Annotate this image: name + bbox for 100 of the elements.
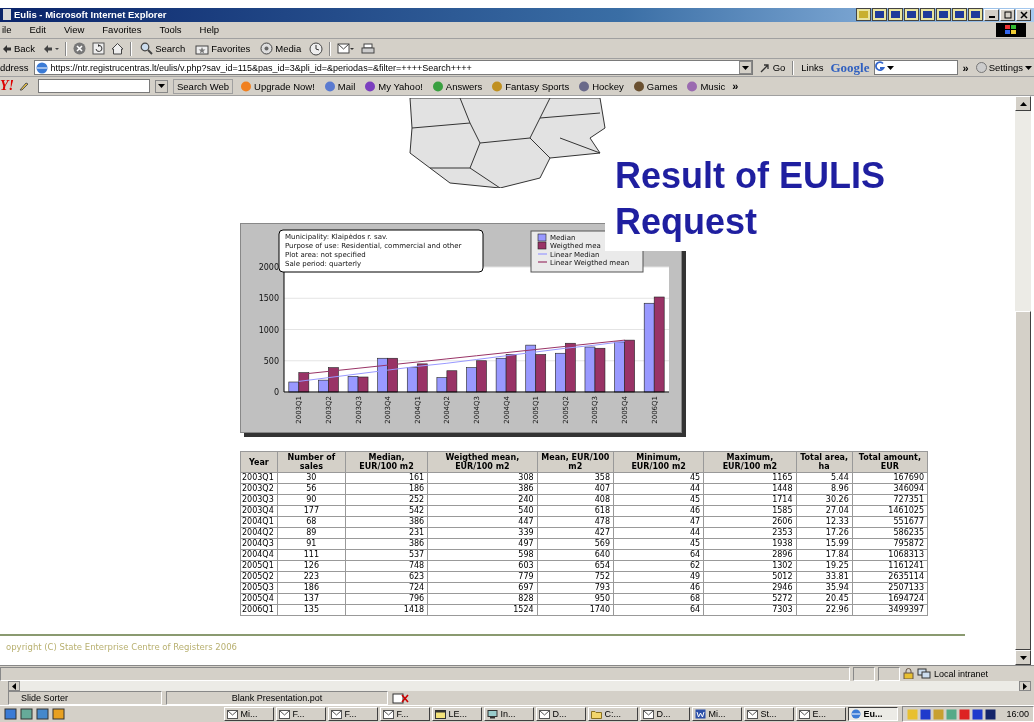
column-header: Minimum, EUR/100 m2 [613,451,704,473]
toolbar-button[interactable]: Fantasy Sports [489,80,572,92]
taskbar-button[interactable]: Eu... [848,707,899,721]
close-button[interactable] [1016,8,1031,21]
tray-icon[interactable] [972,708,984,720]
dropdown-button[interactable] [155,79,168,93]
back-button[interactable]: Back [0,43,38,54]
taskbar-button[interactable]: E... [796,707,847,721]
dropdown-arrow-icon[interactable] [887,65,895,70]
menu-item[interactable]: Favorites [100,24,144,36]
taskbar-button[interactable]: Mi... [224,707,275,721]
table-cell: 828 [427,593,538,605]
down-arrow-icon[interactable] [1019,655,1027,660]
settings-button[interactable]: Settings [973,62,1034,74]
app-shortcut-icon[interactable] [856,8,871,22]
media-button[interactable]: Media [258,42,304,55]
bar [357,376,369,393]
dropdown-button[interactable] [738,61,752,75]
app-shortcut-icon[interactable] [920,8,935,22]
search-button[interactable]: Search [138,42,188,55]
more-button[interactable]: » [732,80,739,93]
search-field[interactable] [38,79,150,94]
app-shortcut-icon[interactable] [872,8,887,22]
vertical-scrollbar[interactable] [1015,96,1031,666]
minimize-button[interactable] [984,8,999,21]
table-cell: 2507133 [852,582,928,594]
stop-icon[interactable] [73,42,87,55]
up-arrow-icon[interactable] [1019,101,1027,106]
horizontal-scrollbar[interactable] [8,681,1031,691]
table-cell: 1714 [703,494,796,506]
axis-tick-label: 0 [273,388,279,398]
toolbar-button[interactable]: Games [630,80,680,92]
go-button[interactable]: Go [757,62,788,74]
table-cell: 640 [537,549,614,561]
taskbar-button[interactable]: F... [276,707,327,721]
app-shortcut-icon[interactable] [904,8,919,22]
quick-launch-icon[interactable] [36,708,49,720]
menu-item[interactable]: Tools [157,24,184,36]
bar [387,358,398,393]
quick-launch-icon[interactable] [20,708,33,720]
search-web-button[interactable]: Search Web [173,78,234,94]
toolbar-button[interactable]: Music [684,80,728,92]
table-cell: 2606 [703,516,796,528]
taskbar-button[interactable]: D... [640,707,691,721]
bar [495,358,507,393]
toolbar-button[interactable]: Answers [429,80,485,92]
toolbar-button[interactable]: Mail [321,80,358,92]
table-cell: 91 [277,538,346,550]
quick-launch-icon[interactable] [52,708,65,720]
tray-icon[interactable] [920,708,932,720]
table-cell: 5012 [703,571,796,583]
table-cell: 30.26 [796,494,853,506]
history-icon[interactable] [309,41,324,56]
table-cell: 161 [345,472,428,484]
taskbar-button[interactable]: Mi... [692,707,743,721]
table-cell: 33.81 [796,571,853,583]
app-shortcut-icon[interactable] [888,8,903,22]
toolbar-button[interactable]: Hockey [576,80,626,92]
scrollbar-thumb[interactable] [1015,311,1031,651]
quick-launch-icon[interactable] [4,708,17,720]
table-cell: 111 [277,549,346,561]
toolbar-button[interactable]: Upgrade Now! [238,80,317,92]
table-cell: 447 [427,516,538,528]
menu-item[interactable]: View [61,24,87,36]
app-shortcut-icon[interactable] [952,8,967,22]
axis-tick-label: 500 [263,356,279,366]
taskbar-button[interactable]: In... [484,707,535,721]
table-cell: 3499397 [852,604,928,616]
right-arrow-icon[interactable] [1023,682,1027,690]
taskbar-button[interactable]: C:... [588,707,639,721]
search-field[interactable] [874,60,958,76]
taskbar-button[interactable]: St... [744,707,795,721]
tray-icon[interactable] [985,708,997,720]
table-cell: 1740 [537,604,614,616]
taskbar-button[interactable]: F... [380,707,431,721]
address-field[interactable]: https://ntr.registrucentras.lt/eulis/v.php?sav_id=115&pas_id=3&pli_id=&periodas=&filter=++++Search++++ [33,60,753,76]
menu-item[interactable]: ile [0,24,14,36]
mail-icon[interactable] [337,42,356,55]
taskbar-button[interactable]: F... [328,707,379,721]
table-cell: 623 [345,571,428,583]
toolbar-button[interactable]: My Yahoo! [362,80,425,92]
refresh-icon[interactable] [92,42,106,55]
app-shortcut-icon[interactable] [968,8,983,22]
more-button[interactable]: » [962,61,969,74]
restore-button[interactable] [1000,8,1015,21]
taskbar-button[interactable]: LE... [432,707,483,721]
menu-item[interactable]: Help [197,24,222,36]
printer-icon[interactable] [361,42,376,55]
taskbar-button[interactable]: D... [536,707,587,721]
home-icon[interactable] [111,42,125,55]
bar [505,354,517,393]
left-arrow-icon[interactable] [12,682,16,690]
menu-item[interactable]: Edit [27,24,48,36]
table-cell: 793 [537,582,614,594]
restore-icon [1003,10,1012,19]
links-button[interactable]: Links [799,62,826,74]
table-cell: 618 [537,505,614,517]
app-shortcut-icon[interactable] [936,8,951,22]
legend-swatch [537,233,547,242]
favorites-button[interactable]: Favorites [193,42,253,55]
